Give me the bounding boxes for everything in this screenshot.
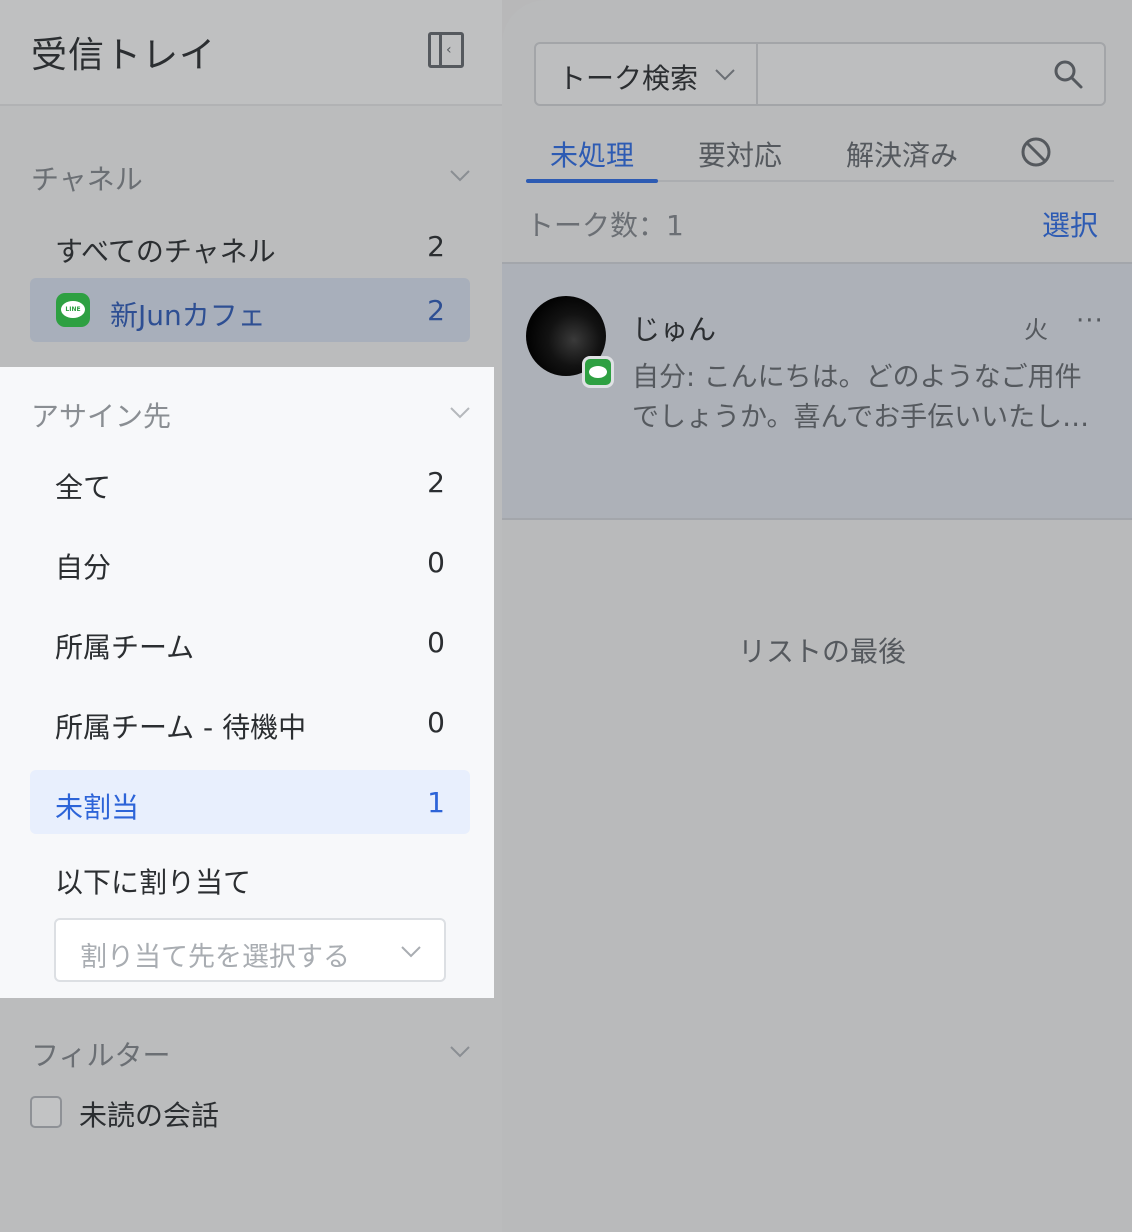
assignee-item-unassigned[interactable]: 未割当 1 [30, 770, 470, 834]
talk-list-item[interactable]: じゅん 火 ··· 自分: こんにちは。どのようなご用件でしょうか。喜んでお手伝… [502, 262, 1132, 520]
chevron-down-icon [450, 1046, 470, 1058]
sidebar-header: 受信トレイ ‹ [0, 0, 502, 106]
channel-section-title: チャネル [31, 163, 143, 196]
talk-list-panel: トーク検索 未処理 要対応 解決済み トーク数：1 選択 じゅん 火 ··· 自… [502, 0, 1132, 1232]
chevron-down-icon [450, 170, 470, 182]
tab-resolved[interactable]: 解決済み [846, 134, 958, 174]
filter-section-header[interactable]: フィルター [31, 1034, 471, 1074]
more-icon[interactable]: ··· [1076, 306, 1104, 336]
assign-to-select[interactable]: 割り当て先を選択する [54, 918, 446, 982]
channel-item-label: 新Junカフェ [110, 299, 266, 332]
assignee-item-label: 未割当 [55, 791, 140, 824]
page-title: 受信トレイ [31, 35, 217, 76]
talk-count: トーク数：1 [526, 209, 684, 242]
collapse-sidebar-icon[interactable]: ‹ [428, 32, 464, 68]
assignee-item-label: 全て [55, 471, 112, 504]
status-tabs: 未処理 要対応 解決済み [526, 130, 1114, 183]
unread-filter-label: 未読の会話 [79, 1099, 220, 1132]
channel-item-label: すべてのチャネル [55, 235, 276, 268]
chevron-down-icon [450, 407, 470, 419]
search-type-dropdown[interactable]: トーク検索 [536, 44, 758, 104]
assignee-item-me[interactable]: 自分 0 [30, 530, 470, 594]
channel-item-jun-cafe[interactable]: LINE 新Junカフェ 2 [30, 278, 470, 342]
channel-item-count: 2 [427, 294, 445, 327]
active-tab-underline [526, 179, 658, 183]
chevron-down-icon [715, 69, 735, 81]
channel-item-all[interactable]: すべてのチャネル 2 [30, 214, 470, 278]
list-end-label: リストの最後 [738, 635, 907, 668]
assignee-item-count: 1 [427, 786, 445, 819]
assignee-item-all[interactable]: 全て 2 [30, 450, 470, 514]
search-type-label: トーク検索 [558, 62, 699, 95]
search-icon[interactable] [1052, 58, 1084, 90]
blocked-icon[interactable] [1020, 136, 1052, 168]
talk-timestamp: 火 [1024, 316, 1048, 344]
assignee-item-count: 0 [427, 706, 445, 739]
assignee-item-count: 0 [427, 626, 445, 659]
unread-checkbox[interactable] [30, 1096, 62, 1128]
assignee-item-count: 2 [427, 466, 445, 499]
assign-to-placeholder: 割り当て先を選択する [80, 942, 350, 973]
assignee-item-team[interactable]: 所属チーム 0 [30, 610, 470, 674]
channel-section-header[interactable]: チャネル [31, 158, 471, 198]
select-button[interactable]: 選択 [1042, 204, 1098, 244]
line-icon: LINE [56, 293, 90, 327]
tab-needs-action[interactable]: 要対応 [698, 134, 782, 174]
talk-contact-name: じゅん [632, 313, 717, 346]
assignee-section-header[interactable]: アサイン先 [31, 395, 471, 435]
search-input[interactable] [760, 44, 1040, 104]
tab-unprocessed[interactable]: 未処理 [550, 134, 634, 174]
line-icon [582, 356, 614, 388]
sidebar: 受信トレイ ‹ チャネル すべてのチャネル 2 LINE 新Junカフェ 2 ア… [0, 0, 502, 1232]
assignee-item-label: 自分 [55, 551, 112, 584]
search-bar: トーク検索 [534, 42, 1106, 106]
talk-preview: 自分: こんにちは。どのようなご用件でしょうか。喜んでお手伝いいたし… [632, 362, 1090, 433]
chevron-down-icon [401, 946, 421, 958]
channel-item-count: 2 [427, 230, 445, 263]
assignee-section-title: アサイン先 [31, 400, 172, 433]
assign-to-label: 以下に割り当て [55, 866, 252, 899]
assignee-item-label: 所属チーム - 待機中 [55, 711, 307, 744]
filter-section-title: フィルター [31, 1039, 171, 1072]
assignee-item-count: 0 [427, 546, 445, 579]
assignee-item-label: 所属チーム [55, 631, 195, 664]
assignee-item-team-waiting[interactable]: 所属チーム - 待機中 0 [30, 690, 470, 754]
assignee-panel: アサイン先 全て 2 自分 0 所属チーム 0 所属チーム - 待機中 0 未割… [0, 367, 494, 998]
